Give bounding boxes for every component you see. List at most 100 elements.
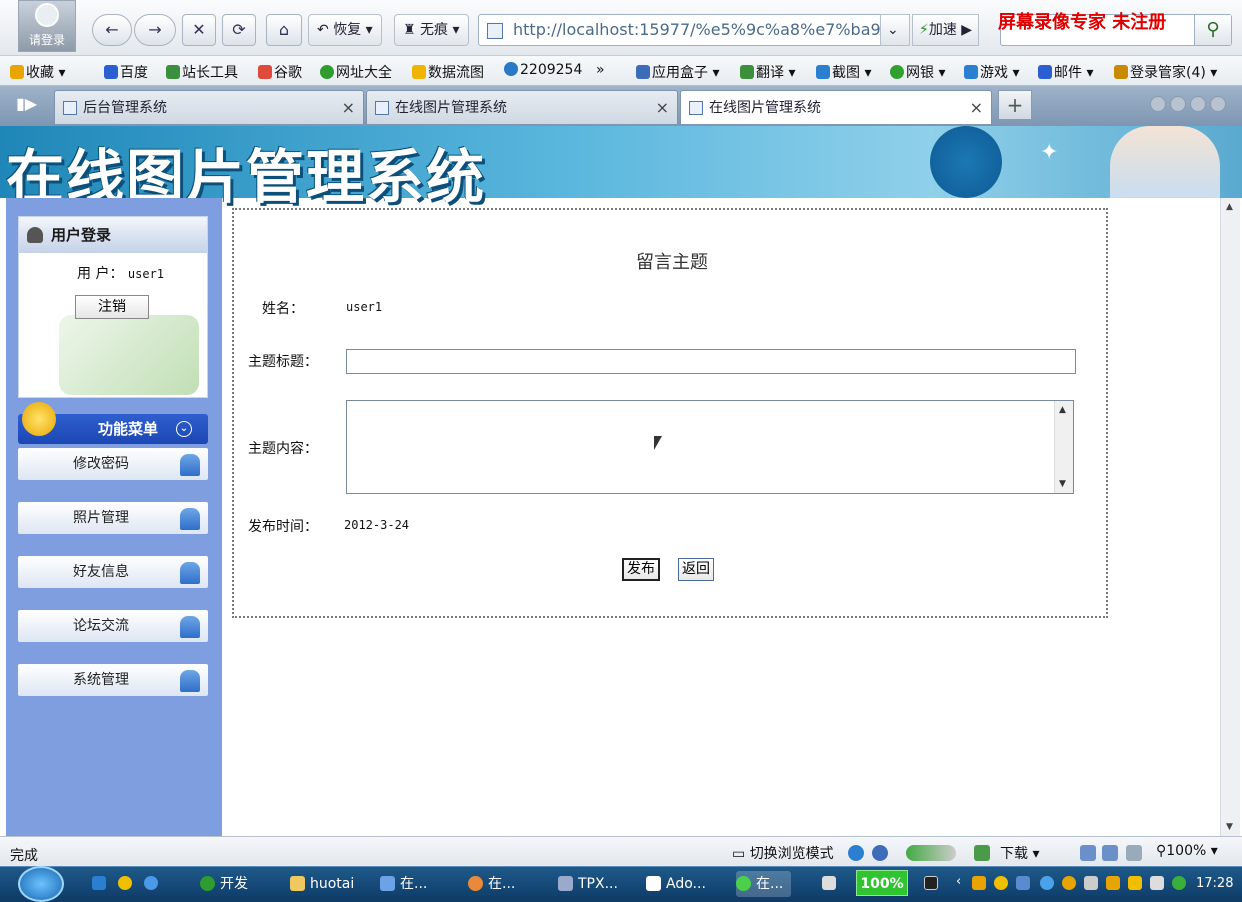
taskbar-item[interactable]: Ado... (646, 871, 706, 897)
forward-button[interactable]: → (134, 14, 176, 46)
scroll-up-icon[interactable]: ▲ (1059, 405, 1066, 415)
sidebar-toggle-icon[interactable]: ▮▶ (16, 94, 37, 113)
favorite-item[interactable]: 翻译 ▾ (740, 62, 795, 82)
refresh-button[interactable]: ⟳ (222, 14, 256, 46)
function-menu-header[interactable]: 功能菜单 ⌄ (18, 402, 208, 444)
window-control-icon[interactable] (1170, 96, 1186, 112)
tab-photo-system-2[interactable]: 在线图片管理系统 × (680, 90, 992, 124)
screenshot-icon (816, 65, 830, 79)
page-scrollbar[interactable]: ▲ ▼ (1220, 198, 1240, 836)
zoom-control[interactable]: ⚲100% ▾ (1156, 843, 1218, 859)
security-icon[interactable] (872, 845, 888, 861)
window-control-icon[interactable] (1210, 96, 1226, 112)
reader-icon[interactable] (1080, 845, 1096, 861)
taskbar-item[interactable]: 开发 (200, 871, 248, 897)
stop-button[interactable]: ✕ (182, 14, 216, 46)
window-control-icon[interactable] (1190, 96, 1206, 112)
qq-icon[interactable] (1062, 876, 1076, 890)
menu-item-forum[interactable]: 论坛交流 (18, 610, 208, 642)
plug-icon[interactable] (924, 876, 938, 890)
clock[interactable]: 17:28 (1196, 876, 1233, 891)
favorite-item[interactable]: 谷歌 (258, 62, 302, 82)
publish-button[interactable]: 发布 (622, 558, 660, 581)
menu-item-label: 好友信息 (73, 564, 129, 580)
document-icon (380, 876, 395, 891)
close-icon[interactable]: × (342, 91, 355, 125)
favorite-item[interactable]: 邮件 ▾ (1038, 62, 1093, 82)
search-button[interactable]: ⚲ (1194, 15, 1231, 45)
accelerate-button[interactable]: ⚡加速 ▶ (912, 14, 980, 46)
scroll-down-icon[interactable]: ▼ (1059, 479, 1066, 489)
favorite-item[interactable]: 游戏 ▾ (964, 62, 1019, 82)
address-dropdown-button[interactable]: ⌄ (880, 14, 910, 46)
tab-admin-system[interactable]: 后台管理系统 × (54, 90, 364, 124)
address-bar[interactable]: http://localhost:15977/%e5%9c%a8%e7%ba9 (478, 14, 910, 46)
back-button[interactable]: ← (92, 14, 132, 46)
content-textarea[interactable] (346, 400, 1074, 494)
tray-app-icon[interactable] (1040, 876, 1054, 890)
taskbar-item[interactable]: TPX... (558, 871, 618, 897)
favorite-item[interactable]: 站长工具 (166, 62, 238, 82)
scroll-up-icon[interactable]: ▲ (1226, 202, 1233, 212)
favorite-item[interactable]: 数据流图 (412, 62, 484, 82)
favorites-overflow[interactable]: » (596, 62, 605, 78)
toggle-icon[interactable] (906, 845, 956, 861)
language-icon[interactable] (822, 876, 836, 890)
favorite-item[interactable]: 百度 (104, 62, 148, 82)
login-avatar-label: 请登录 (28, 33, 65, 47)
favorite-item[interactable]: 登录管家(4) ▾ (1114, 62, 1217, 82)
taskbar-item-active[interactable]: 在... (736, 871, 792, 897)
taskbar-item[interactable]: 在... (468, 871, 515, 897)
menu-item-change-password[interactable]: 修改密码 (18, 448, 208, 480)
tray-app-icon[interactable] (972, 876, 986, 890)
ie-icon[interactable] (144, 876, 158, 890)
taskbar-item[interactable]: 在... (380, 871, 427, 897)
favorite-item[interactable]: 收藏 ▾ (10, 62, 65, 82)
tab-photo-system-1[interactable]: 在线图片管理系统 × (366, 90, 678, 124)
start-button[interactable] (18, 866, 64, 902)
speaker-icon[interactable] (1126, 845, 1142, 861)
menu-item-friends[interactable]: 好友信息 (18, 556, 208, 588)
logout-button[interactable]: 注销 (75, 295, 149, 319)
tray-app-icon[interactable] (1128, 876, 1142, 890)
subject-input[interactable] (346, 349, 1076, 374)
screenshot-icon[interactable] (974, 845, 990, 861)
shield-icon[interactable] (1172, 876, 1186, 890)
favorite-item[interactable]: 应用盒子 ▾ (636, 62, 719, 82)
menu-item-system-management[interactable]: 系统管理 (18, 664, 208, 696)
restore-button[interactable]: ↶ 恢复 ▾ (308, 14, 382, 46)
window-icon[interactable] (1102, 845, 1118, 861)
incognito-button[interactable]: ♜ 无痕 ▾ (394, 14, 469, 46)
taskbar-item[interactable]: huotai (290, 871, 354, 897)
favorite-item[interactable]: 网银 ▾ (890, 62, 945, 82)
function-menu-title: 功能菜单 (98, 420, 159, 438)
browser-quicklaunch-icon[interactable] (118, 876, 132, 890)
qq-icon[interactable] (994, 876, 1008, 890)
favorite-item[interactable]: 网址大全 (320, 62, 392, 82)
close-icon[interactable]: × (970, 91, 983, 125)
show-desktop-icon[interactable] (92, 876, 106, 890)
login-avatar[interactable]: 请登录 (18, 0, 76, 52)
window-control-icon[interactable] (1150, 96, 1166, 112)
scroll-down-icon[interactable]: ▼ (1226, 822, 1233, 832)
favorite-item[interactable]: 2209254 (504, 62, 582, 78)
speaker-icon[interactable] (1084, 876, 1098, 890)
favorite-item[interactable]: 截图 ▾ (816, 62, 871, 82)
content-scrollbar[interactable]: ▲ ▼ (1054, 401, 1073, 493)
restore-label: 恢复 (333, 22, 362, 38)
downloads-button[interactable]: 下载 ▾ (1000, 843, 1039, 863)
home-button[interactable]: ⌂ (266, 14, 302, 46)
menu-item-photo-management[interactable]: 照片管理 (18, 502, 208, 534)
chevron-left-icon[interactable]: ‹ (956, 874, 961, 889)
tray-app-icon[interactable] (1106, 876, 1120, 890)
network-icon[interactable] (1016, 876, 1030, 890)
zoom-label: 100% (1166, 843, 1207, 859)
switch-browse-mode-button[interactable]: ▭ 切换浏览模式 (732, 843, 834, 863)
username-value: user1 (127, 267, 165, 281)
new-tab-button[interactable]: + (998, 90, 1032, 120)
tray-app-icon[interactable] (1150, 876, 1164, 890)
ie-icon[interactable] (848, 845, 864, 861)
back-button[interactable]: 返回 (678, 558, 714, 581)
close-icon[interactable]: × (656, 91, 669, 125)
subject-label: 主题标题： (248, 354, 318, 370)
